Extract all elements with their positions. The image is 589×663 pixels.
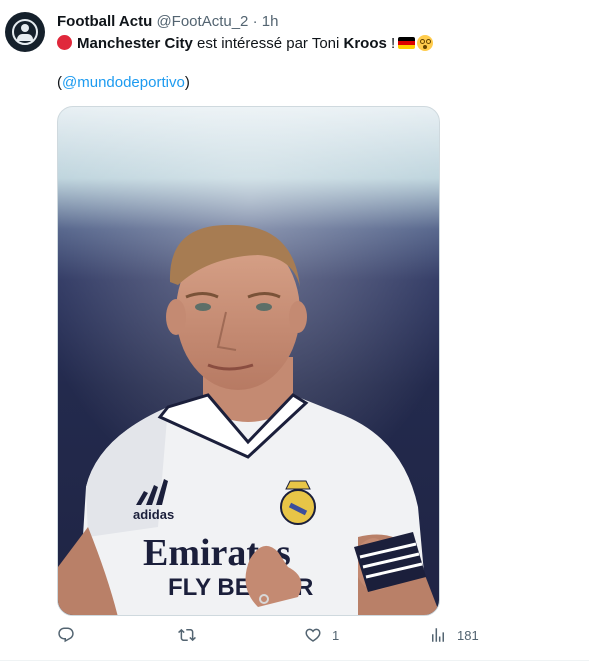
author-name[interactable]: Football Actu [57,13,152,30]
timestamp[interactable]: 1h [262,13,279,30]
player-photo: adidas Emirates FLY BETTER [58,107,439,615]
adidas-text: adidas [133,507,174,522]
like-count: 1 [332,627,340,643]
views-count: 181 [457,627,479,643]
retweet-button[interactable] [178,626,206,644]
mention-link[interactable]: @mundodeportivo [62,74,185,91]
views-icon [432,628,444,642]
separator: · [252,13,258,30]
reply-icon [58,627,74,643]
tweet-text-end: ! [386,35,396,52]
tweet-text-middle: est intéressé par Toni [192,35,344,52]
paren-close: ) [184,74,190,91]
tweet-text-player: Kroos [343,35,387,52]
tweet-text: Manchester City est intéressé par Toni K… [57,33,434,55]
views-button[interactable]: 181 [429,626,479,644]
germany-flag-icon [398,37,416,49]
author-handle[interactable]: @FootActu_2 [156,13,248,30]
like-button[interactable]: 1 [304,626,339,644]
avatar-default-icon [12,19,38,45]
retweet-icon [178,628,196,642]
avatar[interactable] [5,12,45,52]
tweet-actions: 1 181 [0,626,589,654]
tweet-text-club: Manchester City [77,35,193,52]
like-icon [305,628,321,642]
tweet-image[interactable]: adidas Emirates FLY BETTER [57,106,440,616]
reply-button[interactable] [57,626,85,644]
tweet[interactable]: Football Actu @FootActu_2 · 1h Mancheste… [0,0,589,663]
divider [0,660,589,661]
flushed-face-emoji-icon [417,35,434,51]
tweet-source-line: (@mundodeportivo) [57,72,190,94]
tweet-header: Football Actu @FootActu_2 · 1h [57,12,278,32]
red-circle-emoji-icon [57,35,72,50]
